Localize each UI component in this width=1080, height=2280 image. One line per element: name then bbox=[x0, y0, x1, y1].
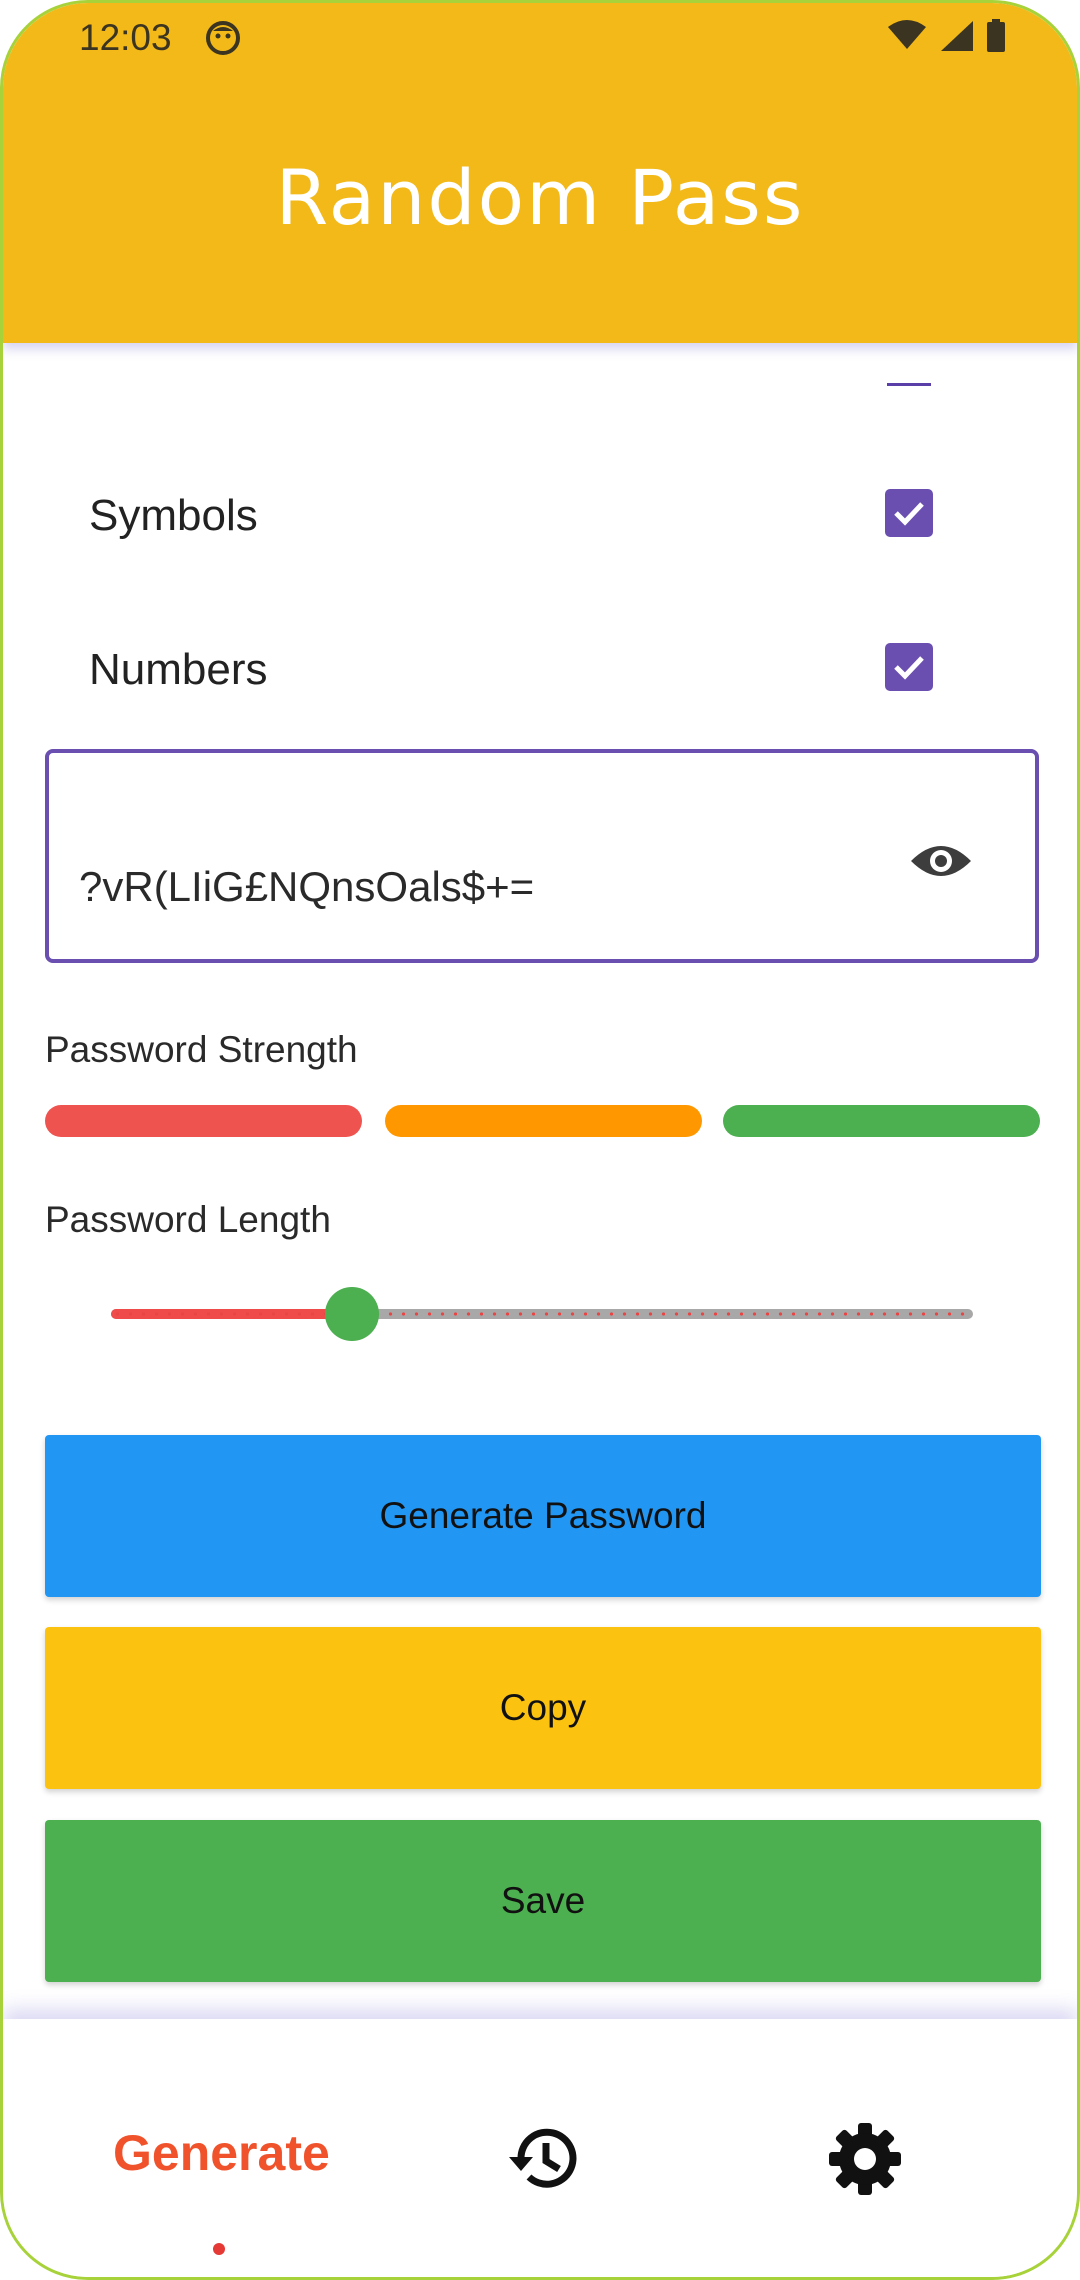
bottom-navigation: Generate bbox=[3, 2019, 1077, 2277]
signal-icon bbox=[940, 21, 973, 51]
slider-ticks bbox=[111, 1312, 973, 1316]
phone-frame: 12:03 Random Pass Symbols Numbers ?vR(LI… bbox=[0, 0, 1080, 2280]
status-bar: 12:03 bbox=[3, 3, 1077, 73]
password-field[interactable]: ?vR(LIiG£NQnsOals$+= bbox=[45, 749, 1039, 963]
visibility-eye-icon[interactable] bbox=[909, 839, 973, 883]
active-tab-indicator bbox=[213, 2243, 225, 2255]
battery-icon bbox=[987, 19, 1005, 52]
strength-bar-weak bbox=[45, 1105, 362, 1137]
status-time: 12:03 bbox=[79, 17, 172, 58]
option-row-symbols[interactable]: Symbols bbox=[3, 463, 1077, 563]
status-icons bbox=[880, 19, 1007, 59]
strength-bar-strong bbox=[723, 1105, 1040, 1137]
main-content: Symbols Numbers ?vR(LIiG£NQnsOals$+= Pas… bbox=[3, 343, 1077, 2013]
option-label: Numbers bbox=[89, 645, 268, 694]
partial-checkbox-edge bbox=[887, 383, 931, 386]
slider-thumb[interactable] bbox=[325, 1287, 380, 1341]
history-icon[interactable] bbox=[503, 2119, 583, 2199]
checkmark-icon bbox=[894, 502, 924, 526]
save-button[interactable]: Save bbox=[45, 1820, 1041, 1982]
wifi-icon bbox=[888, 20, 927, 49]
password-value[interactable]: ?vR(LIiG£NQnsOals$+= bbox=[79, 863, 534, 911]
strength-bar-medium bbox=[385, 1105, 702, 1137]
app-bar: 12:03 Random Pass bbox=[3, 3, 1077, 343]
option-row-numbers[interactable]: Numbers bbox=[3, 617, 1077, 717]
settings-icon[interactable] bbox=[825, 2119, 905, 2199]
app-title: Random Pass bbox=[275, 153, 805, 242]
nav-generate-tab[interactable]: Generate bbox=[113, 2124, 330, 2182]
notification-face-icon bbox=[206, 21, 240, 55]
strength-label: Password Strength bbox=[45, 1029, 358, 1070]
copy-button[interactable]: Copy bbox=[45, 1627, 1041, 1789]
symbols-checkbox[interactable] bbox=[885, 489, 933, 537]
length-label: Password Length bbox=[45, 1199, 331, 1240]
numbers-checkbox[interactable] bbox=[885, 643, 933, 691]
option-label: Symbols bbox=[89, 491, 258, 540]
generate-password-button[interactable]: Generate Password bbox=[45, 1435, 1041, 1597]
checkmark-icon bbox=[894, 656, 924, 680]
length-slider[interactable] bbox=[111, 1287, 973, 1341]
